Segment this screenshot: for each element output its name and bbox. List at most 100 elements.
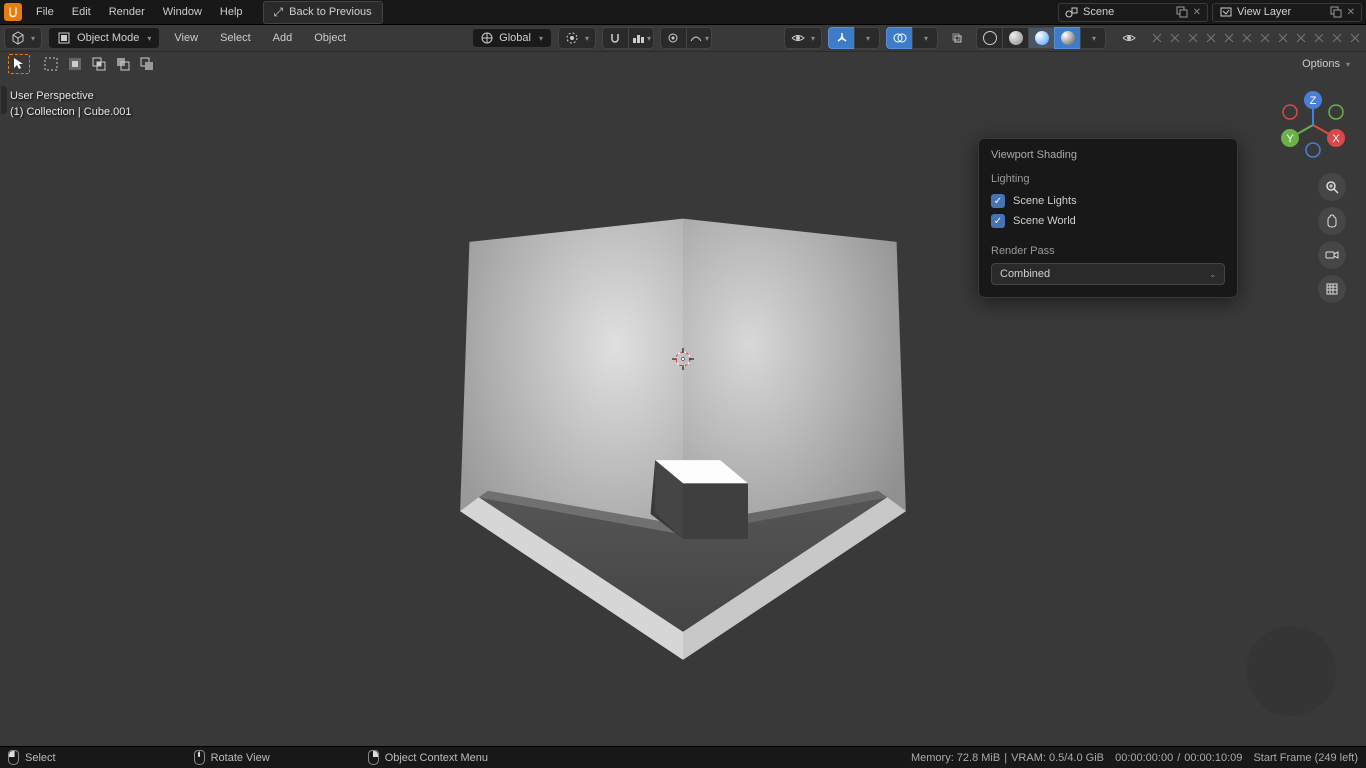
shading-solid[interactable]: [1002, 27, 1028, 49]
shading-wireframe[interactable]: [976, 27, 1002, 49]
status-bar: Select Rotate View Object Context Menu M…: [0, 746, 1366, 768]
menu-render[interactable]: Render: [101, 2, 153, 22]
select-menu[interactable]: Select: [212, 28, 259, 48]
menu-window[interactable]: Window: [155, 2, 210, 22]
menu-help[interactable]: Help: [212, 2, 251, 22]
status-context: Object Context Menu: [368, 750, 488, 765]
status-rotate: Rotate View: [194, 750, 270, 765]
disabled-icon[interactable]: [1276, 31, 1290, 45]
disabled-icon[interactable]: [1222, 31, 1236, 45]
status-select: Select: [8, 750, 56, 765]
select-all-icon[interactable]: [40, 54, 62, 74]
options-dropdown[interactable]: Options ▾: [1294, 55, 1358, 73]
checkbox-checked-icon: ✓: [991, 194, 1005, 208]
disabled-icon[interactable]: [1168, 31, 1182, 45]
select-intersect-icon[interactable]: [88, 54, 110, 74]
status-time2: 00:00:10:09: [1184, 752, 1242, 764]
perspective-toggle-button[interactable]: [1318, 275, 1346, 303]
snap-options[interactable]: ▾: [628, 27, 654, 49]
gizmo-options[interactable]: ▾: [854, 27, 880, 49]
disabled-icon[interactable]: [1204, 31, 1218, 45]
lighting-header: Lighting: [991, 173, 1225, 185]
disabled-icon[interactable]: [1312, 31, 1326, 45]
proportional-falloff[interactable]: ▾: [686, 27, 712, 49]
filter-eye-icon[interactable]: [1116, 27, 1142, 49]
scene-world-checkbox[interactable]: ✓ Scene World: [991, 211, 1225, 231]
svg-text:Z: Z: [1310, 95, 1317, 107]
select-difference-icon[interactable]: [136, 54, 158, 74]
shading-mode-group: ▾: [976, 27, 1106, 49]
back-to-previous-button[interactable]: ⤢ Back to Previous: [263, 1, 383, 24]
close-scene-icon[interactable]: ✕: [1193, 7, 1201, 18]
mode-label: Object Mode: [77, 32, 139, 44]
viewport-3d[interactable]: User Perspective (1) Collection | Cube.0…: [0, 78, 1366, 746]
chevron-down-icon: ▾: [147, 34, 151, 43]
rotation-widget[interactable]: [1246, 626, 1336, 716]
select-box-tool-icon[interactable]: [8, 54, 30, 74]
scene-lights-checkbox[interactable]: ✓ Scene Lights: [991, 191, 1225, 211]
pivot-point-button[interactable]: ▾: [558, 27, 596, 49]
select-subtract-icon[interactable]: [112, 54, 134, 74]
overlays-options[interactable]: ▾: [912, 27, 938, 49]
menu-edit[interactable]: Edit: [64, 2, 99, 22]
overlays-toggle[interactable]: [886, 27, 912, 49]
disabled-icon[interactable]: [1258, 31, 1272, 45]
mouse-middle-icon: [194, 750, 205, 765]
disabled-icon[interactable]: [1186, 31, 1200, 45]
checkbox-checked-icon: ✓: [991, 214, 1005, 228]
back-icon: ⤢: [274, 5, 284, 20]
menu-file[interactable]: File: [28, 2, 62, 22]
render-pass-select[interactable]: Combined ⌄: [991, 263, 1225, 285]
chevron-down-icon: ▾: [31, 34, 35, 43]
viewlayer-icon: [1219, 5, 1233, 19]
editor-type-button[interactable]: ▾: [4, 27, 42, 49]
mouse-left-icon: [8, 750, 19, 765]
perspective-text: User Perspective: [10, 88, 131, 104]
navigation-gizmo[interactable]: X Y Z: [1278, 90, 1348, 160]
zoom-button[interactable]: [1318, 173, 1346, 201]
chevron-down-icon: ⌄: [1209, 270, 1216, 279]
close-layer-icon[interactable]: ✕: [1347, 7, 1355, 18]
chevron-down-icon: ▾: [539, 34, 543, 43]
disabled-icon[interactable]: [1294, 31, 1308, 45]
chevron-down-icon: ▾: [585, 34, 589, 43]
orientation-label: Global: [499, 32, 531, 44]
shading-options[interactable]: ▾: [1080, 27, 1106, 49]
app-logo-icon[interactable]: ⋃: [4, 3, 22, 21]
shading-material[interactable]: [1028, 27, 1054, 49]
mode-selector[interactable]: Object Mode ▾: [48, 27, 160, 49]
browse-scene-icon[interactable]: [1175, 5, 1189, 19]
svg-text:Y: Y: [1286, 133, 1294, 145]
viewlayer-selector[interactable]: View Layer ✕: [1212, 3, 1362, 22]
top-menu-bar: ⋃ File Edit Render Window Help ⤢ Back to…: [0, 0, 1366, 25]
proportional-edit-toggle[interactable]: [660, 27, 686, 49]
disabled-icon[interactable]: [1348, 31, 1362, 45]
collection-text: (1) Collection | Cube.001: [10, 104, 131, 120]
add-menu[interactable]: Add: [265, 28, 301, 48]
gizmo-toggle[interactable]: [828, 27, 854, 49]
browse-layer-icon[interactable]: [1329, 5, 1343, 19]
object-menu[interactable]: Object: [306, 28, 354, 48]
popup-title: Viewport Shading: [991, 149, 1225, 161]
status-right: Memory: 72.8 MiB | VRAM: 0.5/4.0 GiB 00:…: [911, 752, 1358, 764]
chevron-down-icon: ▾: [705, 34, 709, 43]
cursor-3d-icon: [671, 347, 695, 371]
status-memory: Memory: 72.8 MiB: [911, 752, 1000, 764]
camera-view-button[interactable]: [1318, 241, 1346, 269]
chevron-down-icon: ▾: [1346, 60, 1350, 69]
disabled-icon[interactable]: [1150, 31, 1164, 45]
disabled-icon[interactable]: [1240, 31, 1254, 45]
pan-button[interactable]: [1318, 207, 1346, 235]
visibility-button[interactable]: ▾: [784, 27, 822, 49]
sidebar-toggle-tab[interactable]: [1, 86, 7, 114]
disabled-icon[interactable]: [1330, 31, 1344, 45]
select-invert-icon[interactable]: [64, 54, 86, 74]
transform-orientation[interactable]: Global ▾: [472, 28, 552, 48]
view-menu[interactable]: View: [166, 28, 206, 48]
shading-rendered[interactable]: [1054, 27, 1080, 49]
xray-toggle[interactable]: [944, 27, 970, 49]
scene-selector[interactable]: Scene ✕: [1058, 3, 1208, 22]
snap-toggle[interactable]: [602, 27, 628, 49]
mouse-right-icon: [368, 750, 379, 765]
tool-strip: Options ▾: [0, 52, 1366, 76]
